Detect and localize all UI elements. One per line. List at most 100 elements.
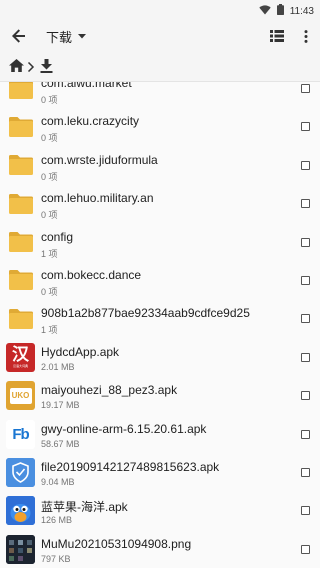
row-thumbnail: 汉汉语大词典: [6, 342, 35, 372]
folder-icon: [8, 232, 33, 253]
item-count: 0 项: [41, 133, 58, 144]
file-row[interactable]: 汉汉语大词典 HydcdApp.apk 2.01 MB: [0, 340, 320, 378]
folder-row[interactable]: config 1 项: [0, 225, 320, 263]
file-size: 2.01 MB: [41, 361, 75, 372]
file-name: 蓝苹果-海洋.apk: [41, 500, 128, 515]
select-checkbox[interactable]: [301, 199, 310, 209]
file-name: com.wrste.jiduformula: [41, 152, 158, 167]
file-name: HydcdApp.apk: [41, 344, 120, 359]
select-checkbox[interactable]: [301, 314, 310, 324]
blue-bird-app-icon: [6, 496, 35, 526]
file-name: com.leku.crazycity: [41, 114, 140, 129]
folder-icon: [8, 155, 33, 176]
breadcrumb-download[interactable]: [40, 58, 53, 78]
back-arrow-icon: [12, 29, 25, 43]
row-thumbnail: [6, 151, 35, 180]
row-thumbnail: UKO: [6, 381, 35, 411]
file-name: MuMu20210531094908.png: [41, 536, 192, 551]
select-checkbox[interactable]: [301, 275, 310, 285]
file-row[interactable]: MuMu20210531094908.png 797 KB: [0, 532, 320, 568]
item-count: 1 项: [41, 248, 58, 259]
row-thumbnail: [6, 112, 35, 141]
file-name: com.aiwu.market: [41, 82, 132, 90]
row-thumbnail: [6, 496, 35, 526]
folder-row[interactable]: com.wrste.jiduformula 0 项: [0, 148, 320, 186]
dropdown-caret-icon: [78, 34, 87, 39]
app-icon-glyph: Fb: [12, 425, 29, 443]
file-row[interactable]: 蓝苹果-海洋.apk 126 MB: [0, 493, 320, 531]
app-icon-caption: 汉语大词典: [12, 363, 28, 368]
list-view-icon: [270, 30, 284, 42]
status-bar: 11:43: [0, 0, 320, 17]
status-time: 11:43: [289, 5, 314, 17]
home-icon: [9, 59, 24, 72]
app-icon-glyph: UKO: [11, 391, 30, 401]
fb-app-icon: Fb: [6, 419, 35, 449]
file-row[interactable]: file20190914212748981562​3.apk 9.04 MB: [0, 455, 320, 493]
breadcrumb: [0, 55, 320, 82]
select-checkbox[interactable]: [301, 352, 310, 362]
download-icon: [40, 58, 53, 73]
folder-row[interactable]: com.leku.crazycity 0 项: [0, 109, 320, 147]
select-checkbox[interactable]: [301, 506, 310, 516]
item-count: 0 项: [41, 210, 58, 221]
select-checkbox[interactable]: [301, 122, 310, 132]
folder-icon: [8, 308, 33, 329]
file-name: config: [41, 229, 74, 244]
item-count: 1 项: [41, 325, 58, 336]
row-thumbnail: [6, 534, 35, 564]
file-name: 908b1a2b877bae92334aab9cdfce9d25: [41, 306, 250, 321]
item-count: 0 项: [41, 286, 58, 297]
file-name: com.bokecc.dance: [41, 267, 142, 282]
file-size: 58.67 MB: [41, 438, 80, 449]
select-checkbox[interactable]: [301, 160, 310, 170]
item-count: 0 项: [41, 95, 58, 105]
file-size: 126 MB: [41, 515, 73, 526]
file-size: 797 KB: [41, 553, 71, 564]
folder-icon: [8, 82, 33, 99]
screenshot-thumbnail-icon: [6, 534, 35, 564]
folder-row[interactable]: com.lehuo.military.an 0 项: [0, 186, 320, 224]
hanyu-dictionary-app-icon: 汉汉语大词典: [6, 342, 35, 372]
chevron-right-icon: [27, 59, 35, 77]
file-name: com.lehuo.military.an: [41, 191, 154, 206]
select-checkbox[interactable]: [301, 544, 310, 554]
file-row[interactable]: UKO maiyouhezi_88_pez3.apk 19.17 MB: [0, 378, 320, 416]
back-button[interactable]: [6, 23, 32, 49]
app-bar: 下载: [0, 17, 320, 55]
folder-row[interactable]: com.aiwu.market 0 项: [0, 82, 320, 109]
item-count: 0 项: [41, 171, 58, 182]
file-name: file20190914212748981562​3.apk: [41, 459, 220, 474]
file-name: maiyouhezi_88_pez3.apk: [41, 383, 178, 398]
more-vert-icon: [304, 29, 308, 43]
select-checkbox[interactable]: [301, 467, 310, 477]
folder-icon: [8, 270, 33, 291]
folder-row[interactable]: 908b1a2b877bae92334aab9cdfce9d25 1 项: [0, 301, 320, 339]
row-thumbnail: [6, 189, 35, 218]
select-checkbox[interactable]: [301, 429, 310, 439]
folder-row[interactable]: com.bokecc.dance 0 项: [0, 263, 320, 301]
file-row[interactable]: Fb gwy-online-arm-6.15.20.61.apk 58.67 MB: [0, 417, 320, 455]
more-options-button[interactable]: [298, 25, 314, 47]
shield-app-icon: [6, 457, 35, 487]
folder-icon: [8, 116, 33, 137]
row-thumbnail: [6, 457, 35, 487]
maiyou-box-app-icon: UKO: [6, 381, 35, 411]
row-thumbnail: [6, 82, 35, 103]
file-list: com.aiwu.market 0 项 com.leku.crazycity 0 项c…: [0, 82, 320, 568]
location-dropdown[interactable]: 下载: [46, 27, 87, 46]
folder-icon: [8, 193, 33, 214]
file-size: 19.17 MB: [41, 400, 80, 411]
select-checkbox[interactable]: [301, 237, 310, 247]
breadcrumb-home[interactable]: [9, 59, 24, 77]
row-thumbnail: Fb: [6, 419, 35, 449]
row-thumbnail: [6, 266, 35, 295]
select-checkbox[interactable]: [301, 84, 310, 93]
app-icon-glyph: 汉: [12, 344, 29, 365]
row-thumbnail: [6, 304, 35, 333]
file-name: gwy-online-arm-6.15.20.61.apk: [41, 421, 207, 436]
row-thumbnail: [6, 228, 35, 257]
list-view-button[interactable]: [266, 25, 288, 47]
file-size: 9.04 MB: [41, 476, 75, 487]
select-checkbox[interactable]: [301, 391, 310, 401]
